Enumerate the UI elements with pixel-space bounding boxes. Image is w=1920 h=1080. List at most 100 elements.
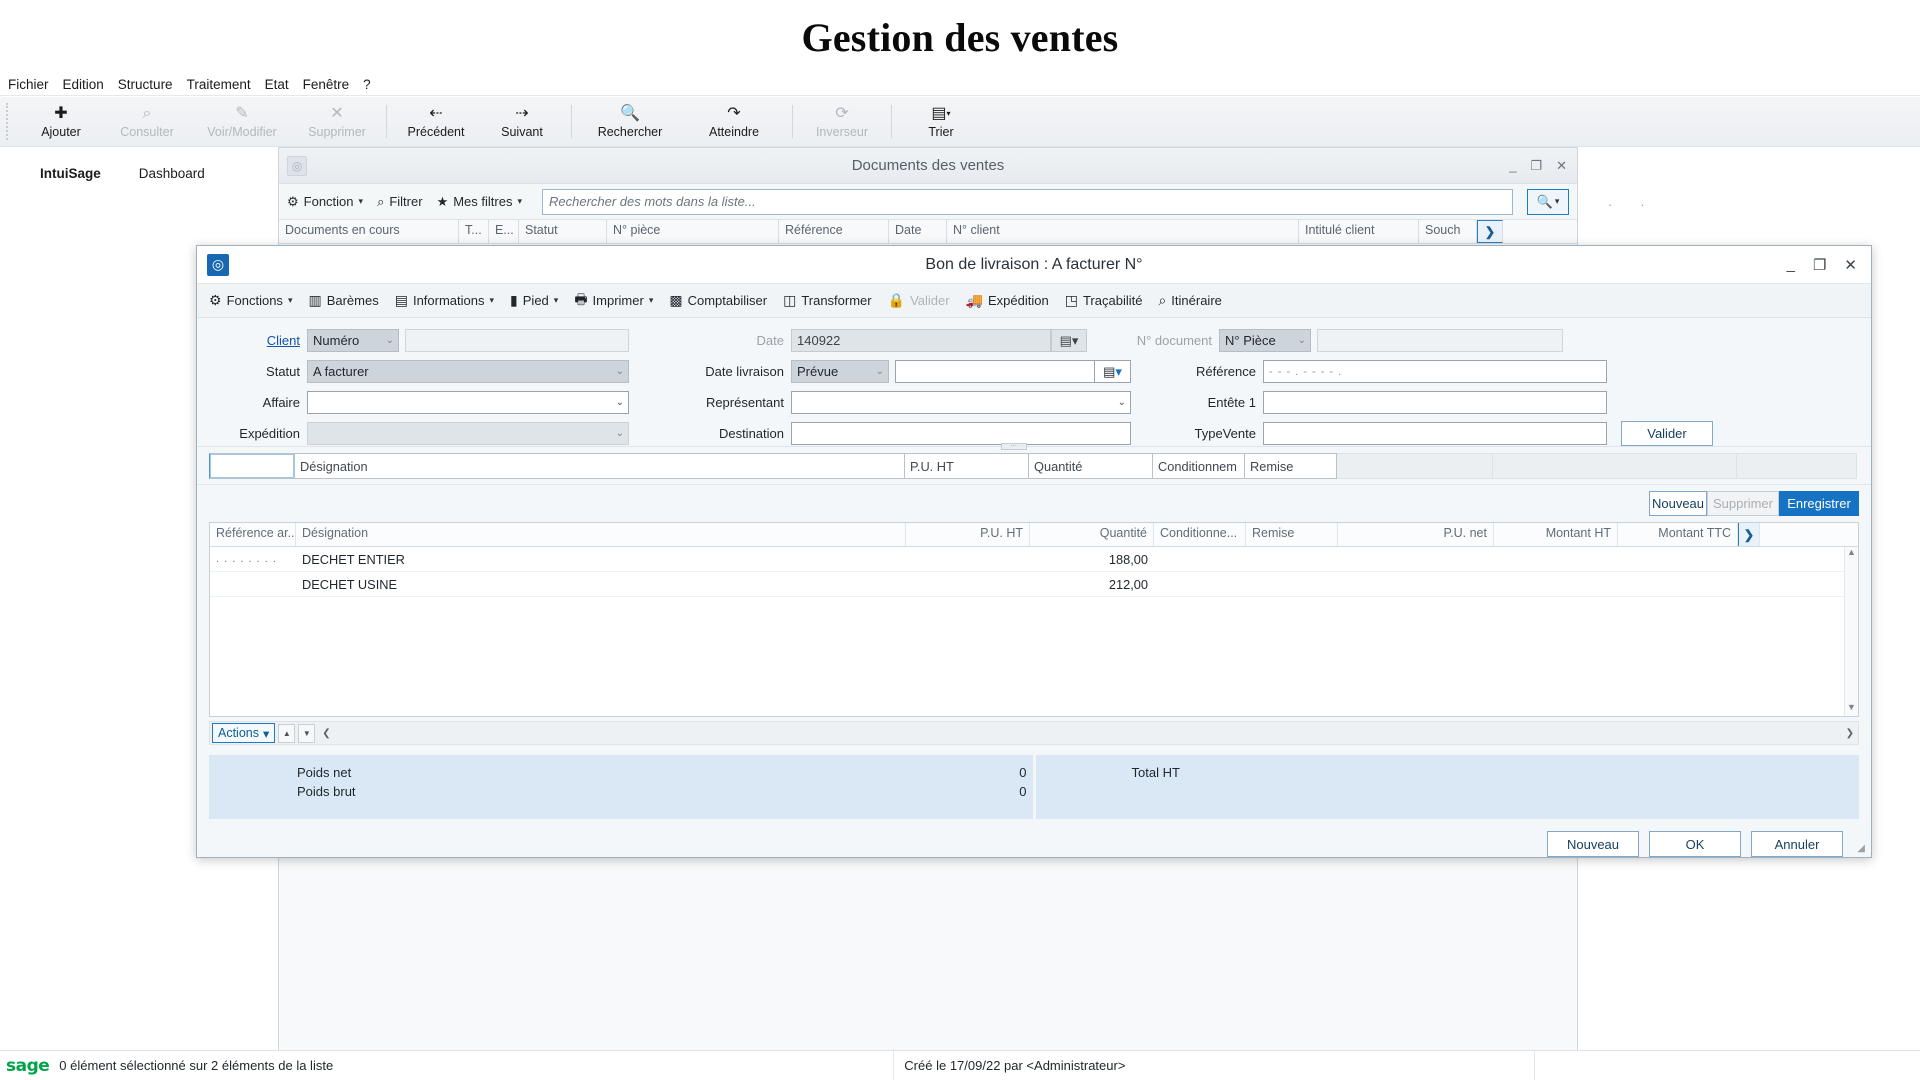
dialog-bon-de-livraison[interactable]: ◎ Bon de livraison : A facturer N° _ ❐ ✕…: [196, 245, 1872, 858]
bgcol-intitule-client[interactable]: Intitulé client: [1299, 220, 1419, 243]
dialog-button-informations[interactable]: ▤ Informations ▾: [395, 292, 494, 309]
menu-item-structure[interactable]: Structure: [118, 77, 173, 92]
gridcol-quantite[interactable]: Quantité: [1030, 523, 1154, 546]
gridcol-reference-article[interactable]: Référence ar...: [210, 523, 296, 546]
num-document-input[interactable]: [1317, 329, 1563, 352]
toolbar-button-ajouter[interactable]: ✚ Ajouter: [18, 97, 104, 146]
document-lines-grid[interactable]: Référence ar... Désignation P.U. HT Quan…: [209, 522, 1859, 717]
gridcol-designation[interactable]: Désignation: [296, 523, 906, 546]
date-livraison-input[interactable]: [895, 360, 1095, 383]
move-line-up-button[interactable]: ▲: [278, 723, 296, 743]
bglist-scroll-right-button[interactable]: ❯: [1477, 220, 1503, 243]
sidebar-item-dashboard[interactable]: Dashboard: [139, 166, 205, 181]
gridcol-conditionnement[interactable]: Conditionne...: [1154, 523, 1246, 546]
bgcol-etat[interactable]: E...: [489, 220, 519, 243]
grid-vertical-scrollbar[interactable]: ▲ ▼: [1844, 547, 1858, 716]
toolbar-drag-handle[interactable]: [6, 103, 12, 140]
resize-grip-icon[interactable]: ◢: [1857, 843, 1865, 854]
entry-quantite-input[interactable]: Quantité: [1029, 453, 1153, 479]
dialog-button-transformer[interactable]: ◫ Transformer: [783, 292, 872, 309]
grid-actions-button[interactable]: Actions ▾: [212, 723, 276, 743]
valider-button[interactable]: Valider: [1621, 421, 1713, 446]
bgcol-date[interactable]: Date: [889, 220, 947, 243]
close-icon[interactable]: ✕: [1556, 158, 1567, 174]
date-livraison-mode-select[interactable]: Prévue ⌄: [791, 360, 889, 383]
gridcol-remise[interactable]: Remise: [1246, 523, 1338, 546]
gridcol-pu-ht[interactable]: P.U. HT: [906, 523, 1030, 546]
dialog-ok-button[interactable]: OK: [1649, 831, 1741, 857]
dialog-button-fonctions[interactable]: ⚙ Fonctions ▾: [209, 292, 292, 309]
bgcol-num-piece[interactable]: N° pièce: [607, 220, 779, 243]
bg-button-filtrer[interactable]: ⌕ Filtrer: [377, 194, 423, 210]
maximize-icon[interactable]: ❐: [1813, 256, 1826, 274]
dialog-button-baremes[interactable]: ▥ Barèmes: [308, 292, 378, 309]
entry-remise-input[interactable]: Remise: [1245, 453, 1337, 479]
maximize-icon[interactable]: ❐: [1530, 158, 1542, 174]
dialog-button-comptabiliser[interactable]: ▩ Comptabiliser: [669, 292, 767, 309]
dialog-button-imprimer[interactable]: 🖶 Imprimer ▾: [574, 289, 653, 313]
grid-scroll-left-icon[interactable]: ❮: [318, 728, 330, 739]
bg-button-fonction[interactable]: ⚙ Fonction ▾: [287, 194, 363, 210]
statut-select[interactable]: A facturer ⌄: [307, 360, 629, 383]
grid-scroll-right-button[interactable]: ❯: [1738, 523, 1760, 546]
menu-item-etat[interactable]: Etat: [265, 77, 289, 92]
sidebar-item-intuisage[interactable]: IntuiSage: [40, 166, 101, 181]
dialog-nouveau-button[interactable]: Nouveau: [1547, 831, 1639, 857]
gridcol-pu-net[interactable]: P.U. net: [1338, 523, 1494, 546]
dialog-button-valider[interactable]: 🔒 Valider: [888, 292, 950, 309]
gridcol-montant-ht[interactable]: Montant HT: [1494, 523, 1618, 546]
dialog-button-expedition[interactable]: 🚚 Expédition: [966, 292, 1049, 309]
dialog-button-pied[interactable]: ▮ Pied ▾: [510, 292, 558, 309]
bgcol-statut[interactable]: Statut: [519, 220, 607, 243]
scroll-up-icon[interactable]: ▲: [1845, 547, 1858, 561]
representant-select[interactable]: ⌄: [791, 391, 1131, 414]
client-mode-select[interactable]: Numéro ⌄: [307, 329, 399, 352]
date-picker-button[interactable]: ▤ ▾: [1051, 329, 1087, 352]
num-document-mode-select[interactable]: N° Pièce ⌄: [1219, 329, 1311, 352]
close-icon[interactable]: ✕: [1844, 256, 1857, 274]
menu-item-traitement[interactable]: Traitement: [187, 77, 251, 92]
destination-input[interactable]: [791, 422, 1131, 445]
entry-designation-input[interactable]: Désignation: [295, 453, 905, 479]
toolbar-button-atteindre[interactable]: ↷ Atteindre: [682, 97, 786, 146]
expedition-select[interactable]: ⌄: [307, 422, 629, 445]
minimize-icon[interactable]: _: [1509, 158, 1516, 174]
toolbar-button-inverseur[interactable]: ⟳ Inverseur: [799, 97, 885, 146]
date-input[interactable]: 140922: [791, 329, 1051, 352]
entry-spare-2[interactable]: [1493, 453, 1737, 479]
move-line-down-button[interactable]: ▼: [298, 723, 316, 743]
toolbar-button-precedent[interactable]: ⇠ Précédent: [393, 97, 479, 146]
bgcol-reference[interactable]: Référence: [779, 220, 889, 243]
toolbar-button-consulter[interactable]: ⌕ Consulter: [104, 97, 190, 146]
bgcol-documents-en-cours[interactable]: Documents en cours: [279, 220, 459, 243]
entry-spare-1[interactable]: [1337, 453, 1493, 479]
menu-item-edition[interactable]: Edition: [63, 77, 104, 92]
toolbar-button-rechercher[interactable]: 🔍 Rechercher: [578, 97, 682, 146]
scroll-down-icon[interactable]: ▼: [1845, 702, 1858, 716]
toolbar-button-trier[interactable]: ▤ ▾ Trier: [898, 97, 984, 146]
menu-item-help[interactable]: ?: [363, 77, 371, 92]
line-enregistrer-button[interactable]: Enregistrer: [1779, 491, 1859, 516]
menu-item-fichier[interactable]: Fichier: [8, 77, 49, 92]
bgwindow-titlebar[interactable]: ◎ Documents des ventes _ ❐ ✕: [279, 148, 1577, 184]
dialog-titlebar[interactable]: ◎ Bon de livraison : A facturer N° _ ❐ ✕: [197, 246, 1871, 284]
date-livraison-picker-button[interactable]: ▤ ▾: [1095, 360, 1131, 383]
toolbar-button-voir-modifier[interactable]: ✎ Voir/Modifier: [190, 97, 294, 146]
dialog-annuler-button[interactable]: Annuler: [1751, 831, 1843, 857]
table-row[interactable]: . . . . . . . . DECHET ENTIER 188,00: [210, 547, 1858, 572]
entry-reference-input[interactable]: [209, 453, 295, 479]
menu-item-fenetre[interactable]: Fenêtre: [303, 77, 350, 92]
affaire-select[interactable]: ⌄: [307, 391, 629, 414]
dialog-button-itineraire[interactable]: ⌕ Itinéraire: [1158, 292, 1221, 309]
entete1-input[interactable]: [1263, 391, 1607, 414]
table-row[interactable]: DECHET USINE 212,00: [210, 572, 1858, 597]
client-number-input[interactable]: [405, 329, 629, 352]
list-search-button[interactable]: 🔍 ▾: [1527, 188, 1569, 215]
entry-spare-3[interactable]: [1737, 453, 1857, 479]
bgcol-souche[interactable]: Souch: [1419, 220, 1477, 243]
grid-scroll-right-icon[interactable]: ❯: [1846, 728, 1858, 739]
dialog-button-tracabilite[interactable]: ◳ Traçabilité: [1065, 292, 1143, 309]
bgcol-type[interactable]: T...: [459, 220, 489, 243]
splitter-grip[interactable]: ⋯: [1000, 443, 1027, 450]
toolbar-button-supprimer[interactable]: ✕ Supprimer: [294, 97, 380, 146]
